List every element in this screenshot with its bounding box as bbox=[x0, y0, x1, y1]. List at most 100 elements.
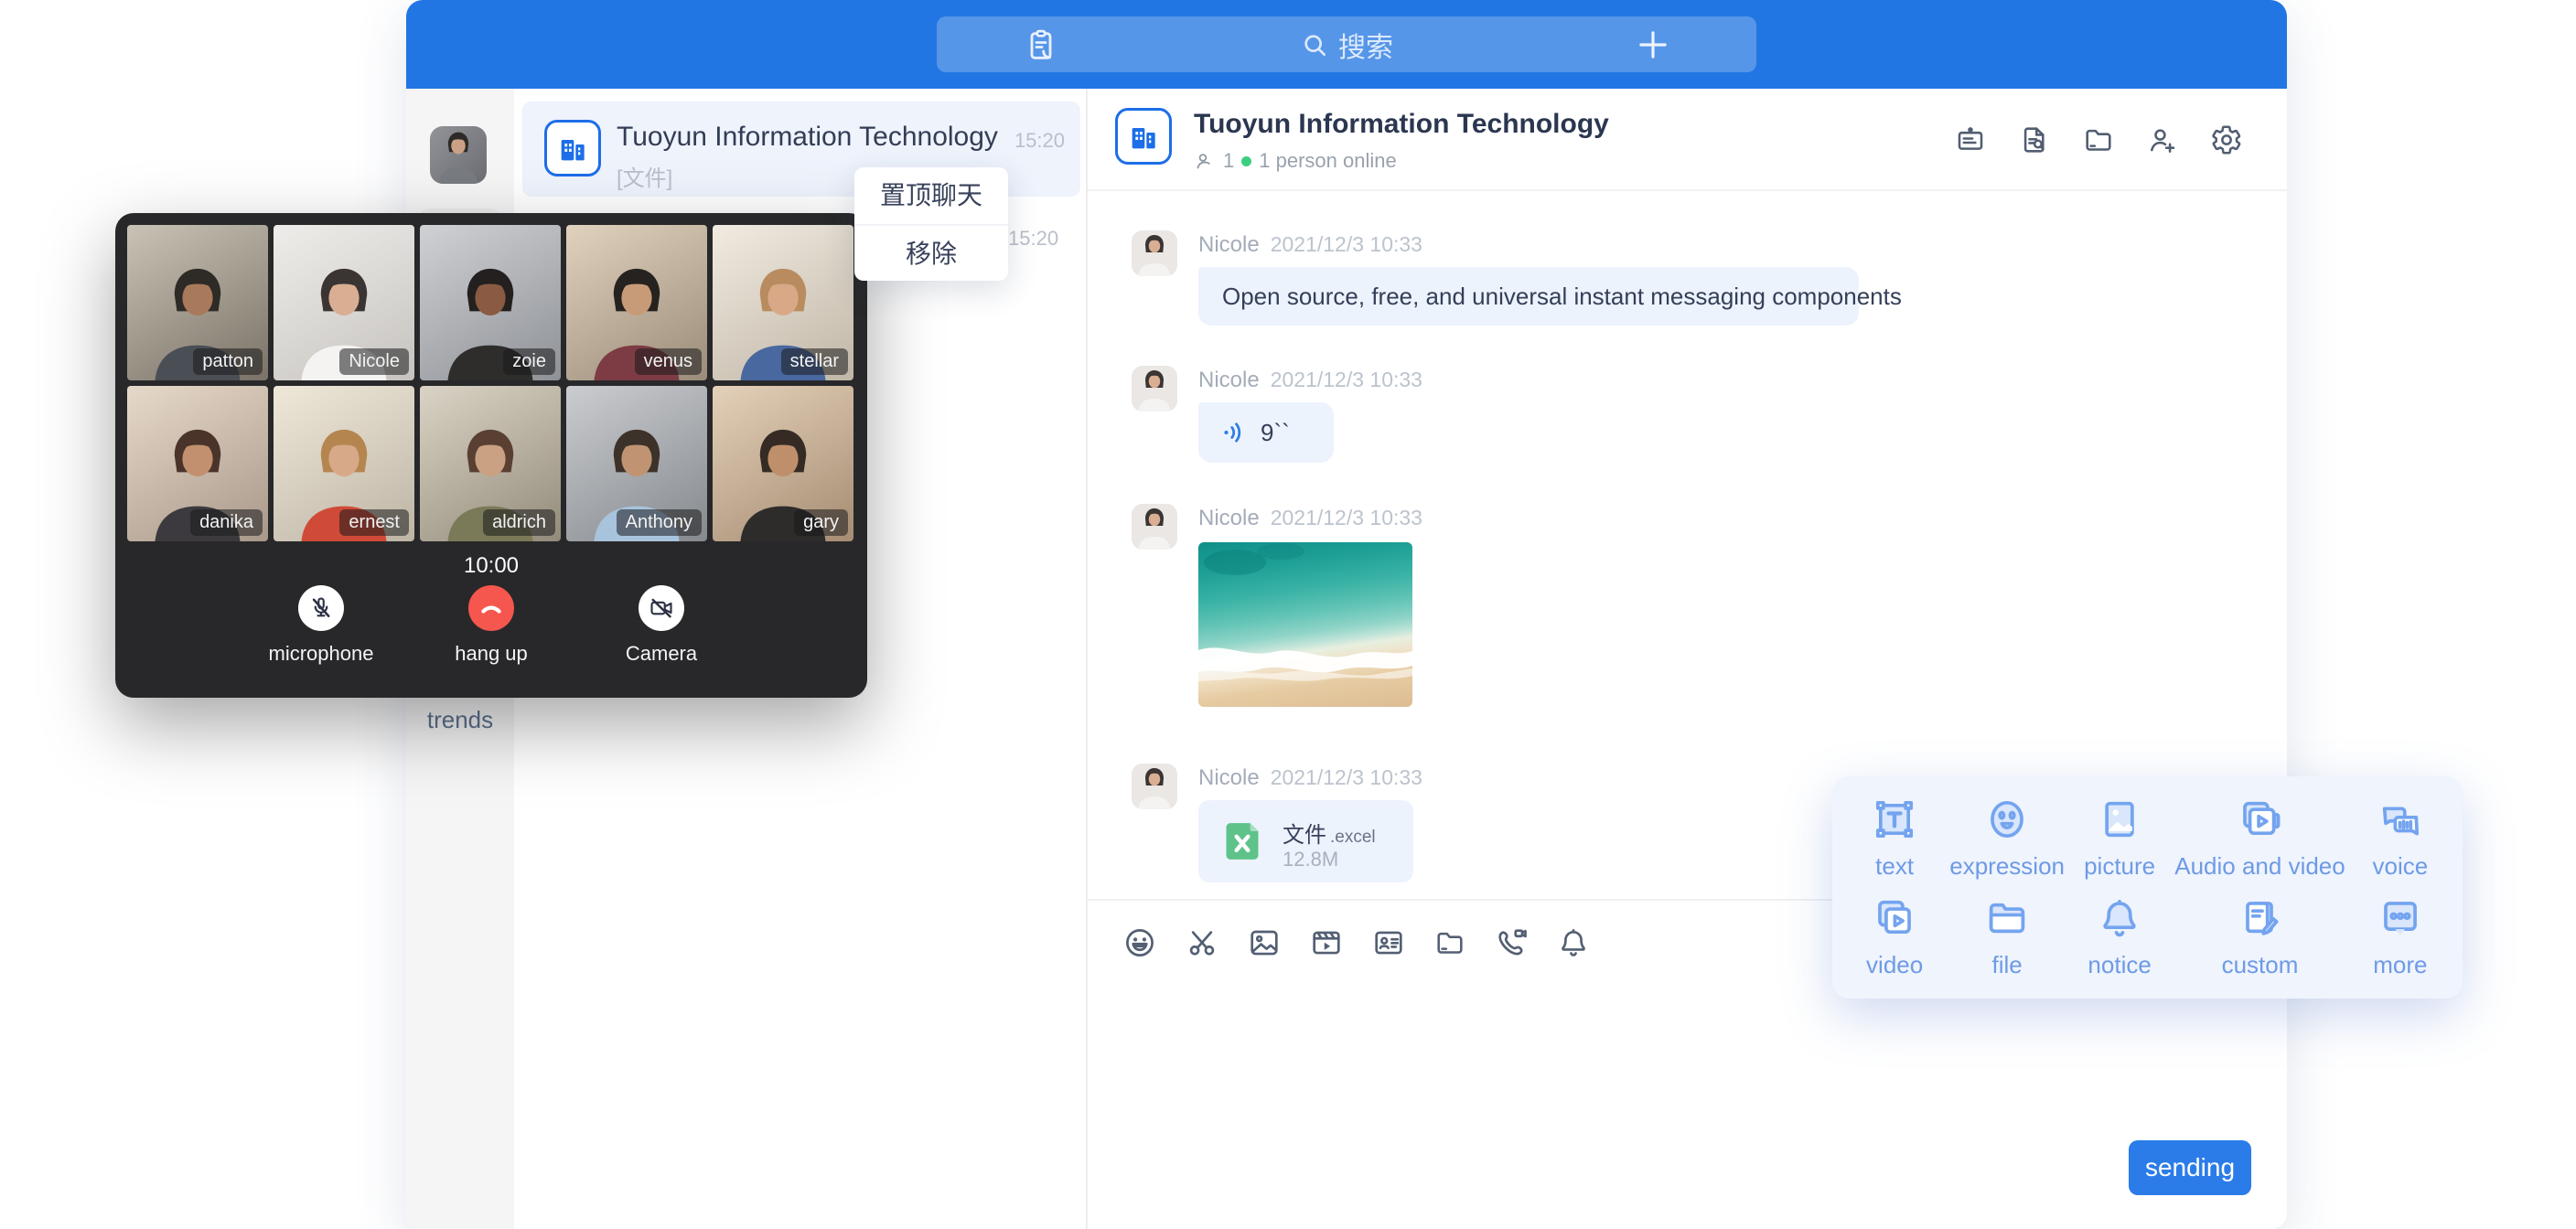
folder-icon[interactable] bbox=[1433, 925, 1466, 960]
sender-name: Nicole bbox=[1198, 506, 1260, 530]
type-item-video[interactable]: video bbox=[1840, 888, 1949, 987]
type-item-notice[interactable]: notice bbox=[2065, 888, 2174, 987]
voice-wave-icon bbox=[1220, 419, 1248, 446]
conversation-title: Tuoyun Information Technology bbox=[617, 122, 998, 153]
video-tile[interactable]: Anthony bbox=[566, 386, 707, 541]
type-item-voice[interactable]: voice bbox=[2345, 789, 2455, 888]
message-meta: Nicole 2021/12/3 10:33 bbox=[1198, 232, 1859, 258]
conversation-context-menu: 置顶聊天移除 bbox=[854, 167, 1008, 281]
participant-name: ernest bbox=[339, 509, 409, 536]
type-text-icon bbox=[1871, 796, 1918, 843]
type-item-picture[interactable]: picture bbox=[2065, 789, 2174, 888]
video-tile[interactable]: stellar bbox=[713, 225, 853, 380]
image-icon[interactable] bbox=[1247, 925, 1282, 960]
type-notice-icon bbox=[2096, 894, 2143, 942]
call-control-microphone[interactable]: microphone bbox=[267, 585, 375, 666]
mic-muted-icon bbox=[307, 594, 335, 622]
message-row: Nicole2021/12/3 10:33 Open source, free,… bbox=[1132, 230, 2287, 326]
sender-avatar[interactable] bbox=[1132, 230, 1177, 276]
group-avatar-building-icon bbox=[544, 120, 601, 176]
scissors-icon[interactable] bbox=[1185, 925, 1219, 960]
chat-main: Tuoyun Information Technology 1 1 person… bbox=[1088, 89, 2287, 1229]
type-item-label: Audio and video bbox=[2174, 852, 2345, 881]
chat-title: Tuoyun Information Technology bbox=[1194, 109, 1609, 140]
top-bar: 搜索 bbox=[406, 0, 2287, 89]
video-tile[interactable]: zoie bbox=[420, 225, 561, 380]
type-item-text[interactable]: text bbox=[1840, 789, 1949, 888]
board-icon[interactable] bbox=[1954, 123, 1987, 156]
file-size: 12.8M bbox=[1283, 848, 1338, 871]
sender-avatar[interactable] bbox=[1132, 504, 1177, 550]
type-custom-icon bbox=[2236, 894, 2283, 942]
message-meta: Nicole2021/12/3 10:33 bbox=[1198, 368, 1422, 393]
type-item-custom[interactable]: custom bbox=[2174, 888, 2345, 987]
plus-icon[interactable] bbox=[1634, 16, 1672, 72]
search-bar[interactable]: 搜索 bbox=[937, 16, 1756, 72]
conversation-preview: [文件] bbox=[617, 160, 672, 192]
gear-icon[interactable] bbox=[2210, 123, 2243, 156]
file-ext: .excel bbox=[1330, 828, 1376, 847]
emoji-icon[interactable] bbox=[1122, 925, 1157, 960]
message-row: Nicole 2021/12/3 10:33 bbox=[1132, 504, 2287, 707]
message-row: Nicole2021/12/3 10:33 9`` bbox=[1132, 366, 2287, 463]
video-tile[interactable]: venus bbox=[566, 225, 707, 380]
type-item-label: notice bbox=[2088, 951, 2151, 979]
bell-icon[interactable] bbox=[1556, 925, 1591, 960]
video-tiles: patton Nicole zoie venus stellar danika bbox=[127, 225, 855, 541]
online-dot bbox=[1241, 156, 1251, 166]
video-tile[interactable]: danika bbox=[127, 386, 268, 541]
type-item-more[interactable]: more bbox=[2345, 888, 2455, 987]
chat-header-actions bbox=[1954, 123, 2243, 156]
my-avatar[interactable] bbox=[430, 126, 487, 184]
file-name: 文件.excel bbox=[1283, 817, 1376, 849]
message-type-panel: text expression picture Audio and video … bbox=[1832, 776, 2463, 999]
video-tile[interactable]: Nicole bbox=[274, 225, 414, 380]
type-item-label: more bbox=[2373, 951, 2427, 979]
phone-camera-icon[interactable] bbox=[1494, 925, 1529, 960]
type-voice-icon bbox=[2377, 796, 2424, 843]
video-tile[interactable]: patton bbox=[127, 225, 268, 380]
type-file-icon bbox=[1983, 894, 2031, 942]
clapper-icon[interactable] bbox=[1309, 925, 1344, 960]
members-icon bbox=[1194, 150, 1216, 172]
image-message[interactable] bbox=[1198, 542, 1412, 707]
sender-avatar[interactable] bbox=[1132, 764, 1177, 809]
phone-hangup-icon bbox=[477, 593, 506, 623]
sender-name: Nicole bbox=[1198, 368, 1260, 392]
type-item-audio-and-video[interactable]: Audio and video bbox=[2174, 789, 2345, 888]
message-time: 2021/12/3 10:33 bbox=[1271, 232, 1422, 256]
message-time: 2021/12/3 10:33 bbox=[1271, 506, 1422, 529]
type-expression-icon bbox=[1983, 796, 2031, 843]
sender-name: Nicole bbox=[1198, 232, 1260, 257]
message-time: 2021/12/3 10:33 bbox=[1271, 765, 1422, 789]
type-item-expression[interactable]: expression bbox=[1949, 789, 2065, 888]
video-tile[interactable]: gary bbox=[713, 386, 853, 541]
person-add-icon[interactable] bbox=[2146, 123, 2179, 156]
call-control-hangup[interactable]: hang up bbox=[437, 585, 545, 666]
file-message-bubble[interactable]: 文件.excel 12.8M bbox=[1198, 800, 1413, 882]
chat-subtitle: 1 1 person online bbox=[1194, 149, 1397, 173]
type-item-file[interactable]: file bbox=[1949, 888, 2065, 987]
contact-card-icon[interactable] bbox=[1371, 925, 1406, 960]
context-menu-item-0[interactable]: 置顶聊天 bbox=[854, 167, 1008, 224]
participant-name: Nicole bbox=[339, 348, 409, 375]
call-control-camera[interactable]: Camera bbox=[607, 585, 715, 666]
voice-duration: 9`` bbox=[1261, 419, 1290, 447]
voice-message-bubble[interactable]: 9`` bbox=[1198, 402, 1334, 463]
call-control-label: hang up bbox=[437, 642, 545, 666]
participant-name: zoie bbox=[503, 348, 555, 375]
doc-search-icon[interactable] bbox=[2018, 123, 2051, 156]
send-button[interactable]: sending bbox=[2129, 1140, 2251, 1195]
context-menu-item-1[interactable]: 移除 bbox=[854, 224, 1008, 281]
video-tile[interactable]: ernest bbox=[274, 386, 414, 541]
folder-icon[interactable] bbox=[2082, 123, 2115, 156]
member-count: 1 bbox=[1223, 149, 1234, 173]
composer-toolbar bbox=[1122, 925, 1591, 960]
video-tile[interactable]: aldrich bbox=[420, 386, 561, 541]
conversation2-time: 15:20 bbox=[1008, 227, 1058, 251]
call-controls: microphone hang up Camera bbox=[115, 585, 867, 666]
sender-name: Nicole bbox=[1198, 765, 1260, 790]
sender-avatar[interactable] bbox=[1132, 366, 1177, 411]
group-avatar-building-icon bbox=[1115, 108, 1172, 165]
type-item-label: picture bbox=[2084, 852, 2155, 881]
